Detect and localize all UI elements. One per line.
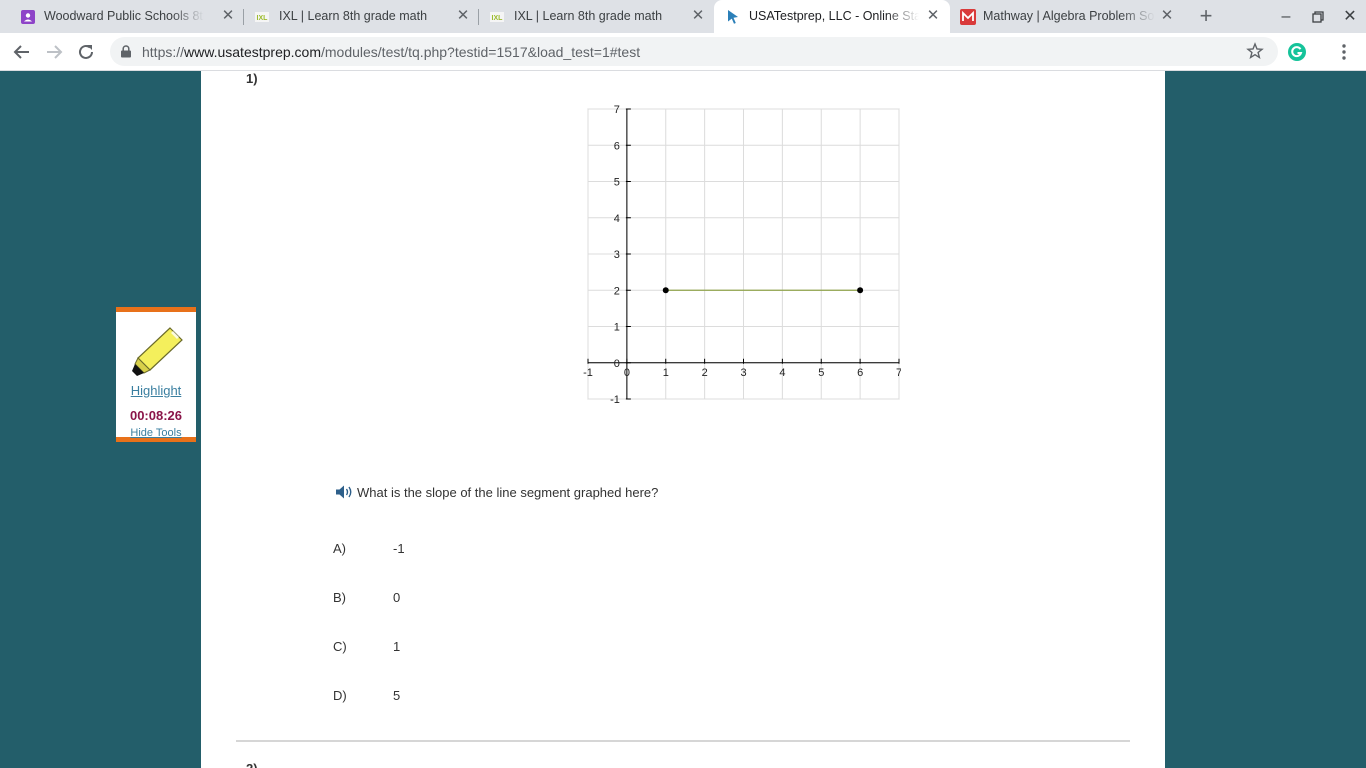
question-number: 1) [246, 71, 258, 86]
choice-value: 0 [393, 590, 401, 605]
choice-a[interactable]: A) -1 [333, 541, 633, 561]
highlighter-icon[interactable] [130, 326, 184, 378]
new-tab-icon[interactable]: + [1194, 5, 1218, 29]
tab-title: Mathway | Algebra Problem Sol [983, 9, 1155, 23]
tab-usatestprep[interactable]: USATestprep, LLC - Online State ✕ [714, 0, 950, 33]
choice-value: 1 [393, 639, 401, 654]
y-tick-label: 4 [614, 213, 620, 225]
back-arrow-icon[interactable] [10, 41, 34, 63]
url-text: https://www.usatestprep.com/modules/test… [142, 44, 641, 60]
choice-letter: B) [333, 590, 346, 605]
close-icon[interactable]: ✕ [1158, 7, 1176, 25]
minimize-icon[interactable]: – [1274, 5, 1298, 29]
y-tick-label: 0 [614, 358, 620, 370]
segment-endpoint [662, 287, 669, 294]
tab-title: IXL | Learn 8th grade math [279, 9, 428, 23]
question-prompt: What is the slope of the line segment gr… [334, 484, 658, 500]
choice-letter: D) [333, 688, 347, 703]
ixl-icon: IXL [255, 12, 269, 22]
highlight-link[interactable]: Highlight [116, 383, 196, 398]
x-tick-label: 4 [779, 367, 785, 379]
reload-icon[interactable] [74, 41, 98, 63]
svg-text:IXL: IXL [492, 15, 504, 22]
x-tick-label: -1 [583, 367, 593, 379]
bookmark-star-icon[interactable] [1246, 42, 1264, 60]
tab-ixl-2[interactable]: IXL IXL | Learn 8th grade math ✕ [479, 0, 714, 33]
y-tick-label: 1 [614, 322, 620, 334]
forward-arrow-icon[interactable] [42, 41, 66, 63]
y-tick-label: 2 [614, 285, 620, 297]
question-divider [236, 740, 1130, 742]
next-question-number: 2) [246, 761, 258, 768]
cursor-arrow-icon [728, 10, 738, 24]
address-bar[interactable]: https://www.usatestprep.com/modules/test… [110, 37, 1278, 66]
speaker-icon[interactable] [334, 484, 354, 500]
window-close-icon[interactable]: ✕ [1338, 5, 1362, 29]
browser-toolbar: https://www.usatestprep.com/modules/test… [0, 33, 1366, 71]
choice-b[interactable]: B) 0 [333, 590, 633, 610]
tab-title: USATestprep, LLC - Online State [749, 9, 919, 23]
y-tick-label: -1 [610, 394, 620, 406]
tab-title: Woodward Public Schools 8th G [44, 9, 204, 23]
tab-title: IXL | Learn 8th grade math [514, 9, 663, 23]
choice-letter: A) [333, 541, 346, 556]
y-tick-label: 5 [614, 177, 620, 189]
tools-panel: Highlight 00:08:26 Hide Tools [116, 307, 196, 442]
coordinate-graph: -1 0 1 2 3 4 5 6 7 -1 1 2 3 4 5 6 7 0 [583, 104, 901, 406]
x-tick-label: 5 [818, 367, 824, 379]
classroom-icon [21, 10, 35, 24]
choice-value: -1 [393, 541, 405, 556]
x-tick-label: 3 [740, 367, 746, 379]
close-icon[interactable]: ✕ [689, 7, 707, 25]
y-tick-label: 7 [614, 104, 620, 116]
grammarly-icon[interactable] [1287, 42, 1307, 62]
segment-endpoint [857, 287, 864, 294]
hide-tools-link[interactable]: Hide Tools [116, 427, 196, 439]
question-text: What is the slope of the line segment gr… [357, 484, 659, 500]
x-tick-label: 0 [624, 367, 630, 379]
chrome-menu-icon[interactable] [1334, 42, 1354, 62]
choice-c[interactable]: C) 1 [333, 639, 633, 659]
choice-value: 5 [393, 688, 401, 703]
test-timer: 00:08:26 [129, 408, 183, 423]
y-tick-label: 3 [614, 249, 620, 261]
tab-woodward[interactable]: Woodward Public Schools 8th G ✕ [0, 0, 244, 33]
tab-mathway[interactable]: Mathway | Algebra Problem Sol ✕ [950, 0, 1185, 33]
choice-letter: C) [333, 639, 347, 654]
y-tick-label: 6 [614, 140, 620, 152]
svg-text:IXL: IXL [257, 15, 269, 22]
tab-ixl-1[interactable]: IXL IXL | Learn 8th grade math ✕ [244, 0, 479, 33]
browser-tab-strip: Woodward Public Schools 8th G ✕ IXL IXL … [0, 0, 1366, 33]
close-icon[interactable]: ✕ [219, 7, 237, 25]
x-tick-label: 1 [663, 367, 669, 379]
x-tick-label: 6 [857, 367, 863, 379]
x-tick-label: 2 [702, 367, 708, 379]
restore-icon[interactable] [1306, 5, 1330, 29]
close-icon[interactable]: ✕ [454, 7, 472, 25]
test-page: 1) -1 0 1 2 3 4 5 6 7 -1 1 2 3 4 5 6 7 0 What is the slop… [201, 71, 1165, 768]
mathway-icon [960, 9, 976, 25]
choice-d[interactable]: D) 5 [333, 688, 633, 708]
close-icon[interactable]: ✕ [924, 7, 942, 25]
x-tick-label: 7 [896, 367, 901, 379]
lock-icon [121, 45, 131, 58]
ixl-icon: IXL [490, 12, 504, 22]
